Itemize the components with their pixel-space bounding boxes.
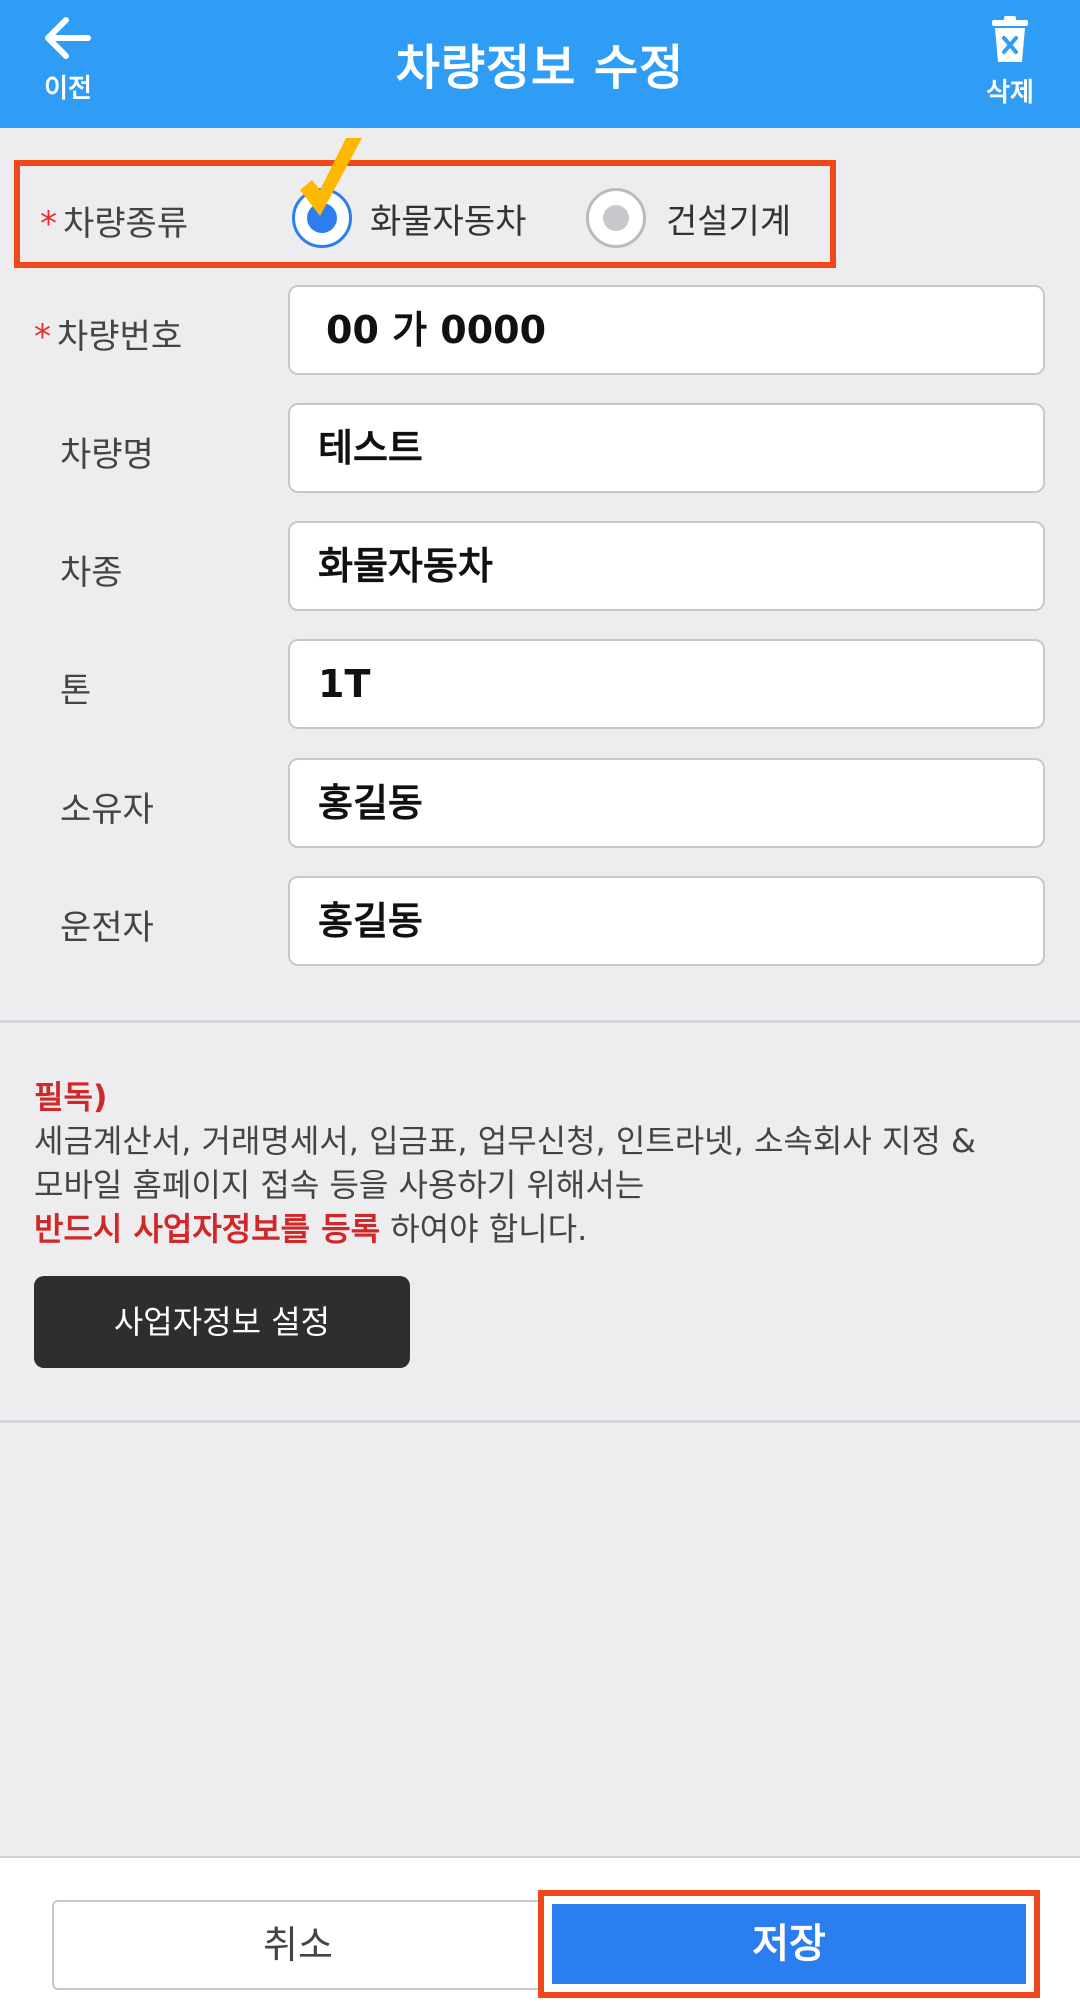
- business-info-button[interactable]: 사업자정보 설정: [34, 1276, 410, 1368]
- name-input[interactable]: 테스트: [288, 403, 1045, 493]
- radio-construction-label[interactable]: 건설기계: [666, 194, 791, 243]
- required-icon: *: [40, 204, 57, 244]
- notice-line1: 세금계산서, 거래명세서, 입금표, 업무신청, 인트라넷, 소속회사 지정 &: [34, 1122, 976, 1160]
- owner-input[interactable]: 홍길동: [288, 758, 1045, 848]
- notice-emphasis: 반드시 사업자정보를 등록: [34, 1210, 381, 1248]
- driver-row: 운전자 홍길동: [0, 876, 1080, 968]
- owner-label: 소유자: [60, 790, 154, 830]
- app-header: 이전 차량정보 수정 삭제: [0, 0, 1080, 128]
- trash-icon: [992, 16, 1028, 62]
- page-title: 차량정보 수정: [395, 40, 685, 96]
- cancel-button[interactable]: 취소: [52, 1900, 544, 1990]
- ton-label: 톤: [60, 671, 92, 711]
- save-highlight: 저장: [538, 1890, 1040, 1998]
- kind-row: 차종 화물자동차: [0, 521, 1080, 613]
- radio-construction[interactable]: [586, 188, 646, 248]
- delete-label: 삭제: [986, 78, 1034, 108]
- ton-input[interactable]: 1T: [288, 639, 1045, 729]
- save-button[interactable]: 저장: [552, 1904, 1026, 1984]
- vehicle-type-label: * 차량종류: [40, 204, 189, 244]
- required-icon: *: [34, 317, 51, 357]
- plate-input[interactable]: 00 가 0000: [288, 285, 1045, 375]
- notice-suffix: 하여야 합니다.: [380, 1210, 588, 1248]
- ton-row: 톤 1T: [0, 639, 1080, 731]
- driver-label: 운전자: [60, 908, 154, 948]
- notice-line3: 반드시 사업자정보를 등록 하여야 합니다.: [34, 1207, 1054, 1251]
- owner-row: 소유자 홍길동: [0, 758, 1080, 850]
- radio-truck-label[interactable]: 화물자동차: [370, 194, 526, 243]
- notice-line2: 모바일 홈페이지 접속 등을 사용하기 위해서는: [34, 1166, 645, 1204]
- divider: [0, 1420, 1080, 1423]
- vehicle-type-group: * 차량종류 화물자동차 건설기계: [14, 138, 836, 268]
- bottom-bar: 취소 저장: [0, 1856, 1080, 2016]
- kind-input[interactable]: 화물자동차: [288, 521, 1045, 611]
- notice-text: 필독) 세금계산서, 거래명세서, 입금표, 업무신청, 인트라넷, 소속회사 …: [34, 1075, 1054, 1251]
- notice-heading: 필독): [34, 1078, 108, 1116]
- plate-row: * 차량번호 00 가 0000: [0, 285, 1080, 377]
- name-row: 차량명 테스트: [0, 403, 1080, 495]
- driver-input[interactable]: 홍길동: [288, 876, 1045, 966]
- divider: [0, 1020, 1080, 1023]
- kind-label: 차종: [60, 553, 123, 593]
- name-label: 차량명: [60, 435, 154, 475]
- plate-label: * 차량번호: [34, 317, 183, 357]
- checkmark-icon: [300, 138, 362, 216]
- delete-button[interactable]: 삭제: [970, 12, 1050, 116]
